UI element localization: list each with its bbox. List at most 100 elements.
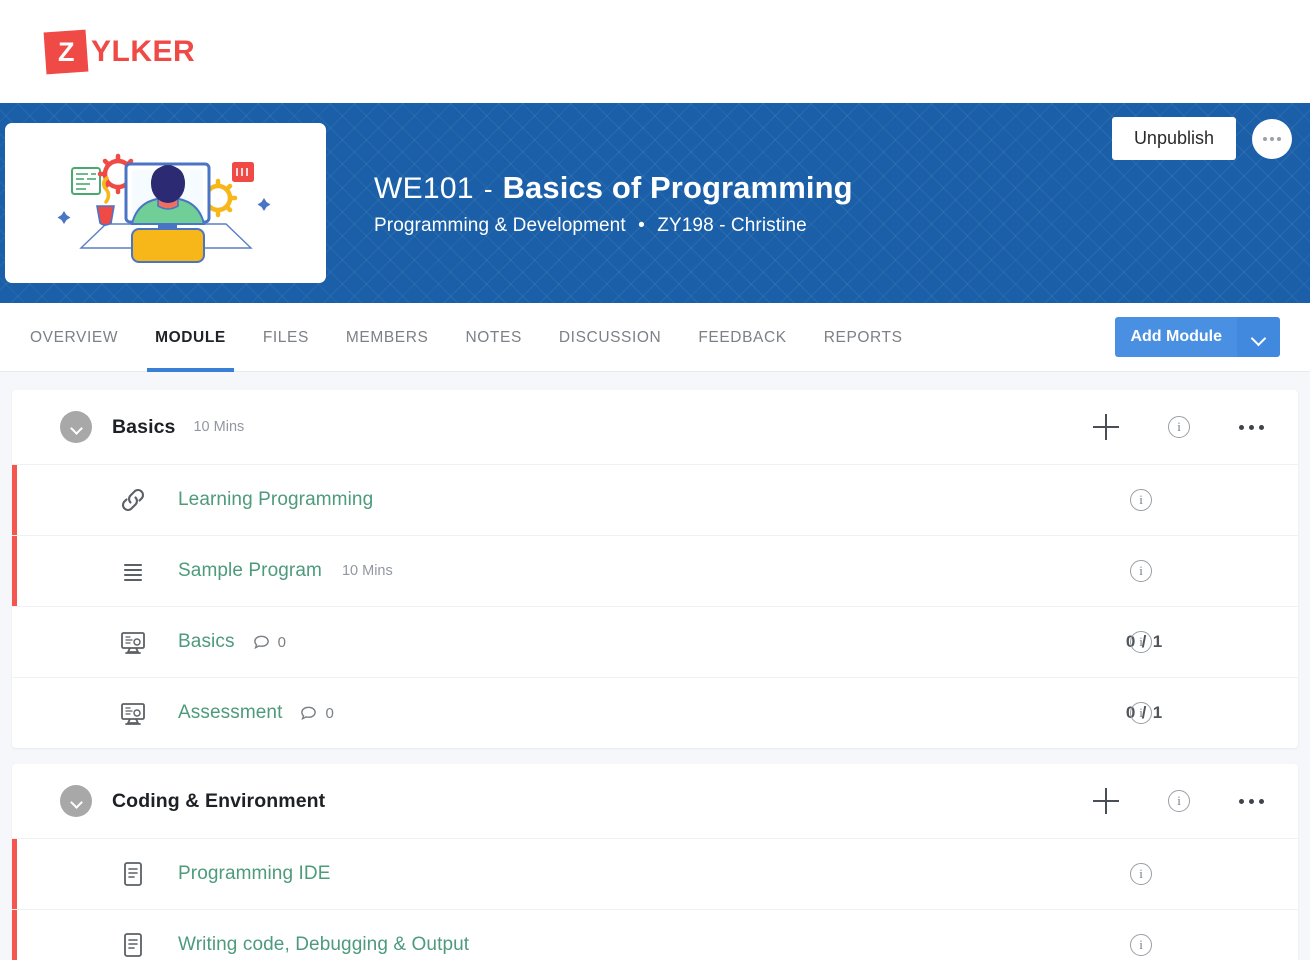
tab-files[interactable]: FILES (263, 303, 309, 372)
module-list: Basics 10 Mins i Learning Programming i … (0, 372, 1310, 960)
ellipsis-icon (1270, 136, 1274, 141)
module-card: Basics 10 Mins i Learning Programming i … (12, 390, 1298, 748)
course-title-separator: - (483, 173, 493, 204)
chevron-down-icon (71, 424, 82, 431)
comment-icon (253, 635, 269, 649)
plus-icon[interactable] (1093, 788, 1119, 814)
comment-count-value: 0 (325, 704, 334, 722)
module-row[interactable]: Writing code, Debugging & Output i (12, 909, 1298, 960)
row-info-wrap: i (1130, 863, 1152, 885)
banner-actions: Unpublish (1111, 117, 1292, 160)
module-header-actions: i (1093, 788, 1276, 814)
row-info-wrap: i (1130, 702, 1152, 724)
row-duration: 10 Mins (341, 563, 393, 579)
module-header: Basics 10 Mins i (12, 390, 1298, 464)
tab-reports[interactable]: REPORTS (824, 303, 903, 372)
course-subtitle: Programming & Development • ZY198 - Chri… (374, 215, 853, 237)
course-instructor: ZY198 - Christine (657, 214, 807, 236)
module-duration: 10 Mins (193, 419, 245, 435)
module-title: Basics (112, 415, 176, 438)
ellipsis-icon (1239, 424, 1244, 430)
quiz-monitor-icon (116, 625, 150, 659)
tab-discussion[interactable]: DISCUSSION (559, 303, 661, 372)
info-icon[interactable]: i (1130, 631, 1152, 653)
course-category: Programming & Development (374, 214, 626, 236)
logo-wordmark: YLKER (91, 34, 196, 68)
document-icon (116, 857, 150, 891)
chevron-down-icon (1252, 333, 1265, 341)
add-module-label: Add Module (1115, 317, 1237, 357)
comment-count-value: 0 (277, 633, 286, 651)
info-icon[interactable]: i (1130, 934, 1152, 956)
info-icon[interactable]: i (1168, 416, 1190, 438)
course-title-row: WE101 - Basics of Programming (374, 170, 853, 206)
plus-icon[interactable] (1093, 414, 1119, 440)
tab-notes[interactable]: NOTES (465, 303, 521, 372)
module-header-actions: i (1093, 414, 1276, 440)
tab-overview[interactable]: OVERVIEW (30, 303, 118, 372)
link-icon (116, 483, 150, 517)
course-code: WE101 (374, 171, 474, 205)
info-icon[interactable]: i (1168, 790, 1190, 812)
row-title[interactable]: Assessment (178, 702, 282, 724)
row-info-wrap: i (1130, 631, 1152, 653)
row-comment-count: 0 (252, 633, 286, 652)
module-row[interactable]: Assessment 0 0 / 1 i (12, 677, 1298, 748)
course-name: Basics of Programming (502, 169, 853, 205)
course-banner: WE101 - Basics of Programming Programmin… (0, 103, 1310, 303)
info-icon[interactable]: i (1130, 489, 1152, 511)
person-at-computer-illustration (57, 153, 270, 263)
row-info-wrap: i (1130, 489, 1152, 511)
info-icon[interactable]: i (1130, 863, 1152, 885)
chevron-down-icon (71, 798, 82, 805)
module-collapse-toggle[interactable] (60, 785, 92, 817)
module-more-button[interactable] (1239, 424, 1264, 430)
ellipsis-icon (1249, 798, 1254, 804)
row-title[interactable]: Basics (178, 631, 235, 653)
ellipsis-icon (1277, 136, 1281, 141)
ellipsis-icon (1263, 136, 1267, 141)
unpublish-button[interactable]: Unpublish (1111, 117, 1236, 160)
row-info-wrap: i (1130, 934, 1152, 956)
module-header: Coding & Environment i (12, 764, 1298, 838)
course-meta: WE101 - Basics of Programming Programmin… (374, 170, 853, 237)
logo-mark-letter: Z (57, 36, 75, 66)
module-row[interactable]: Programming IDE i (12, 838, 1298, 909)
text-lines-icon (116, 554, 150, 588)
logo-mark-icon: Z (43, 29, 89, 74)
ellipsis-icon (1239, 798, 1244, 804)
row-comment-count: 0 (299, 704, 334, 723)
tab-feedback[interactable]: FEEDBACK (698, 303, 786, 372)
ellipsis-icon (1259, 424, 1264, 430)
course-thumbnail (5, 123, 326, 283)
module-row[interactable]: Sample Program 10 Mins i (12, 535, 1298, 606)
row-title[interactable]: Sample Program (178, 560, 322, 582)
banner-more-button[interactable] (1252, 118, 1292, 159)
top-bar: Z YLKER (0, 0, 1310, 103)
row-title[interactable]: Learning Programming (178, 489, 373, 511)
info-icon[interactable]: i (1130, 702, 1152, 724)
tab-bar: OVERVIEW MODULE FILES MEMBERS NOTES DISC… (0, 303, 1310, 372)
ellipsis-icon (1249, 424, 1254, 430)
comment-icon (301, 706, 317, 720)
module-title: Coding & Environment (112, 789, 326, 812)
row-info-wrap: i (1130, 560, 1152, 582)
row-title[interactable]: Programming IDE (178, 863, 331, 885)
module-row[interactable]: Basics 0 0 / 1 i (12, 606, 1298, 677)
document-icon (116, 928, 150, 960)
tab-members[interactable]: MEMBERS (346, 303, 429, 372)
subtitle-separator-dot: • (638, 214, 645, 236)
quiz-monitor-icon (116, 696, 150, 730)
zylker-logo[interactable]: Z YLKER (43, 29, 196, 74)
module-row[interactable]: Learning Programming i (12, 464, 1298, 535)
module-more-button[interactable] (1239, 798, 1264, 804)
tab-module[interactable]: MODULE (147, 303, 234, 372)
module-collapse-toggle[interactable] (60, 411, 92, 443)
add-module-button[interactable]: Add Module (1115, 317, 1280, 357)
ellipsis-icon (1259, 798, 1264, 804)
row-title[interactable]: Writing code, Debugging & Output (178, 934, 469, 956)
module-card: Coding & Environment i Programming IDE i… (12, 764, 1298, 960)
info-icon[interactable]: i (1130, 560, 1152, 582)
page-root: Z YLKER WE101 - Basics of Programming Pr… (0, 0, 1310, 960)
add-module-dropdown-toggle[interactable] (1237, 317, 1280, 357)
